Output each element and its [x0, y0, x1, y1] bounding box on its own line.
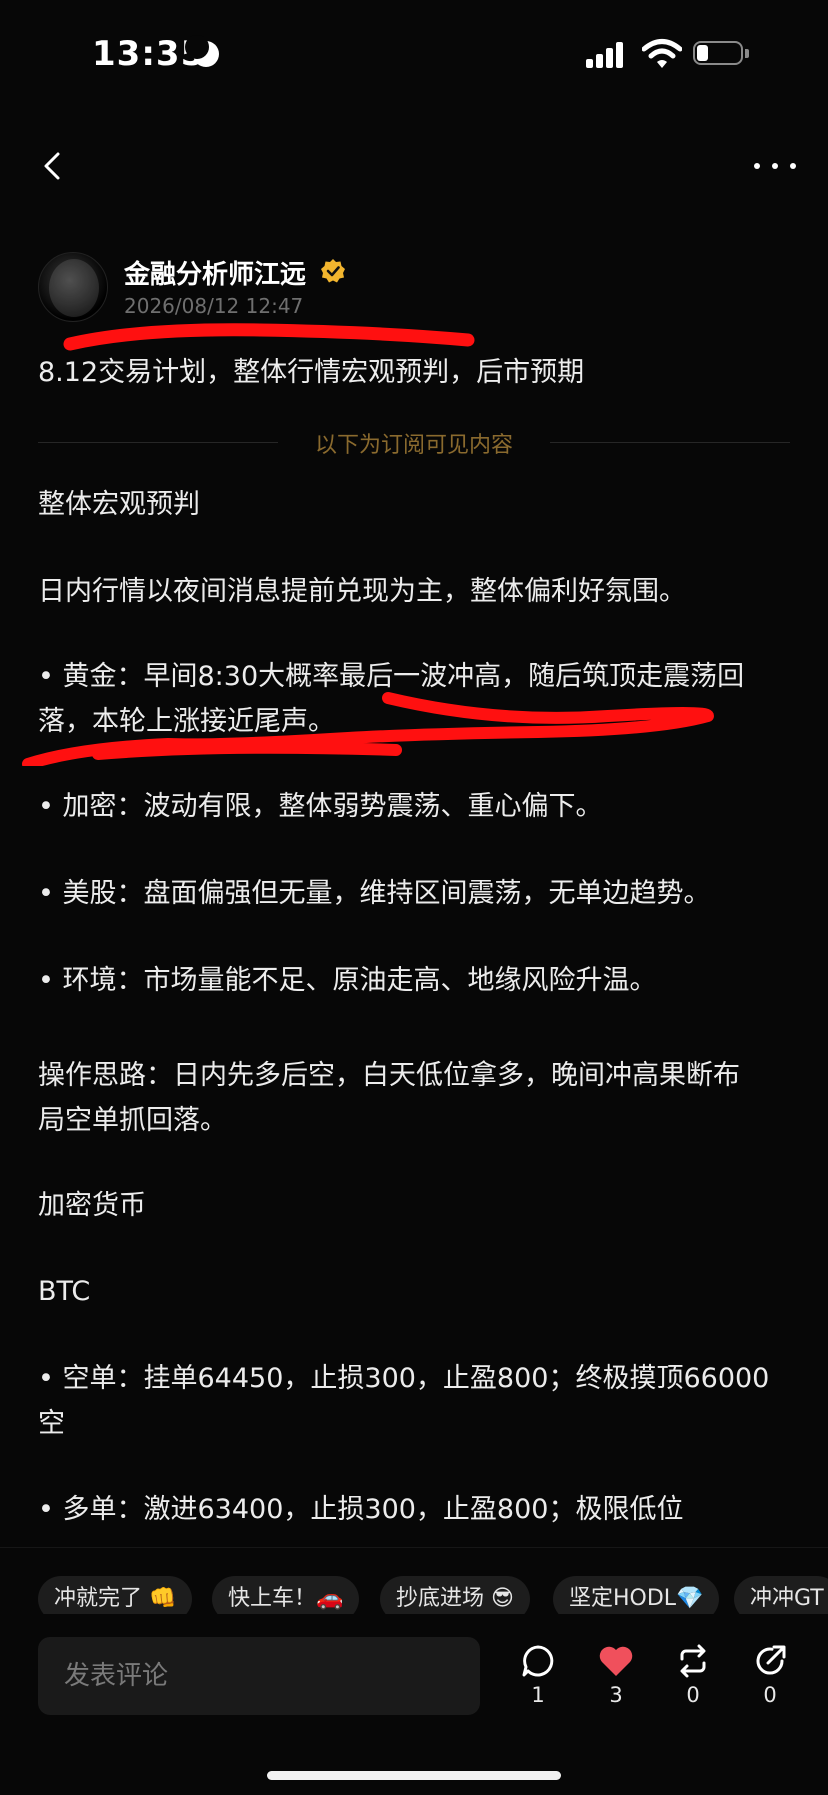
content-heading: 整体宏观预判: [38, 489, 200, 520]
cellular-signal-icon: [586, 40, 626, 68]
quick-tag[interactable]: 坚定HODL💎: [553, 1576, 720, 1614]
subscriber-divider: 以下为订阅可见内容: [38, 426, 790, 458]
content-bullet-crypto: • 加密：波动有限，整体弱势震荡、重心偏下。: [38, 791, 603, 822]
repost-button[interactable]: 0: [663, 1643, 723, 1719]
quick-tag[interactable]: 冲冲GT: [734, 1576, 828, 1614]
red-highlight-mark: [22, 692, 714, 766]
share-count: 0: [763, 1683, 777, 1707]
content-section-crypto: 加密货币: [38, 1190, 146, 1221]
wifi-icon: [642, 39, 682, 68]
content-bullet-short: • 空单：挂单64450，止损300，止盈800；终极摸顶66000: [38, 1363, 770, 1394]
more-options-icon[interactable]: [752, 160, 798, 172]
share-icon: [756, 1645, 786, 1675]
quick-tag[interactable]: 冲就完了 👊: [38, 1576, 193, 1614]
author-header: 金融分析师江远 2026/08/12 12:47: [38, 252, 798, 324]
verified-badge-icon: [321, 259, 345, 283]
post-summary: 8.12交易计划，整体行情宏观预判，后市预期: [38, 357, 585, 388]
comment-input[interactable]: 发表评论: [38, 1637, 480, 1715]
heart-icon: [599, 1646, 633, 1676]
content-bullet-environment: • 环境：市场量能不足、原油走高、地缘风险升温。: [38, 965, 657, 996]
subscriber-divider-label: 以下为订阅可见内容: [314, 433, 513, 458]
like-count: 3: [609, 1683, 623, 1707]
nav-bar: [0, 130, 828, 200]
home-indicator[interactable]: [267, 1771, 561, 1780]
back-arrow-icon[interactable]: [36, 148, 72, 184]
red-highlight-mark: [63, 323, 475, 351]
content-btc-heading: BTC: [38, 1276, 91, 1307]
repost-count: 0: [686, 1683, 700, 1707]
quick-reply-tags: 冲就完了 👊 快上车！🚗 抄底进场 😎 坚定HODL💎 冲冲GT: [0, 1547, 828, 1614]
moon-icon: [185, 35, 219, 67]
repost-icon: [680, 1644, 706, 1678]
share-button[interactable]: 0: [740, 1643, 800, 1719]
status-bar: 13:35: [0, 0, 828, 110]
battery-icon: [693, 41, 753, 67]
like-button[interactable]: 3: [586, 1643, 646, 1719]
comment-count: 1: [531, 1683, 545, 1707]
comment-button[interactable]: 1: [508, 1643, 568, 1719]
content-bullet-short-cont: 空: [38, 1408, 65, 1439]
content-bullet-long: • 多单：激进63400，止损300，止盈800；极限低位: [38, 1494, 684, 1525]
content-strategy-cont: 局空单抓回落。: [38, 1105, 227, 1136]
author-name[interactable]: 金融分析师江远: [124, 254, 306, 291]
comment-icon: [522, 1645, 554, 1677]
quick-tag[interactable]: 抄底进场 😎: [380, 1576, 530, 1614]
content-paragraph: 日内行情以夜间消息提前兑现为主，整体偏利好氛围。: [38, 576, 686, 607]
post-date: 2026/08/12 12:47: [124, 294, 304, 318]
quick-tag[interactable]: 快上车！🚗: [212, 1576, 360, 1614]
content-bullet-us-stocks: • 美股：盘面偏强但无量，维持区间震荡，无单边趋势。: [38, 878, 711, 909]
avatar[interactable]: [38, 252, 108, 322]
content-strategy: 操作思路：日内先多后空，白天低位拿多，晚间冲高果断布: [38, 1060, 740, 1091]
